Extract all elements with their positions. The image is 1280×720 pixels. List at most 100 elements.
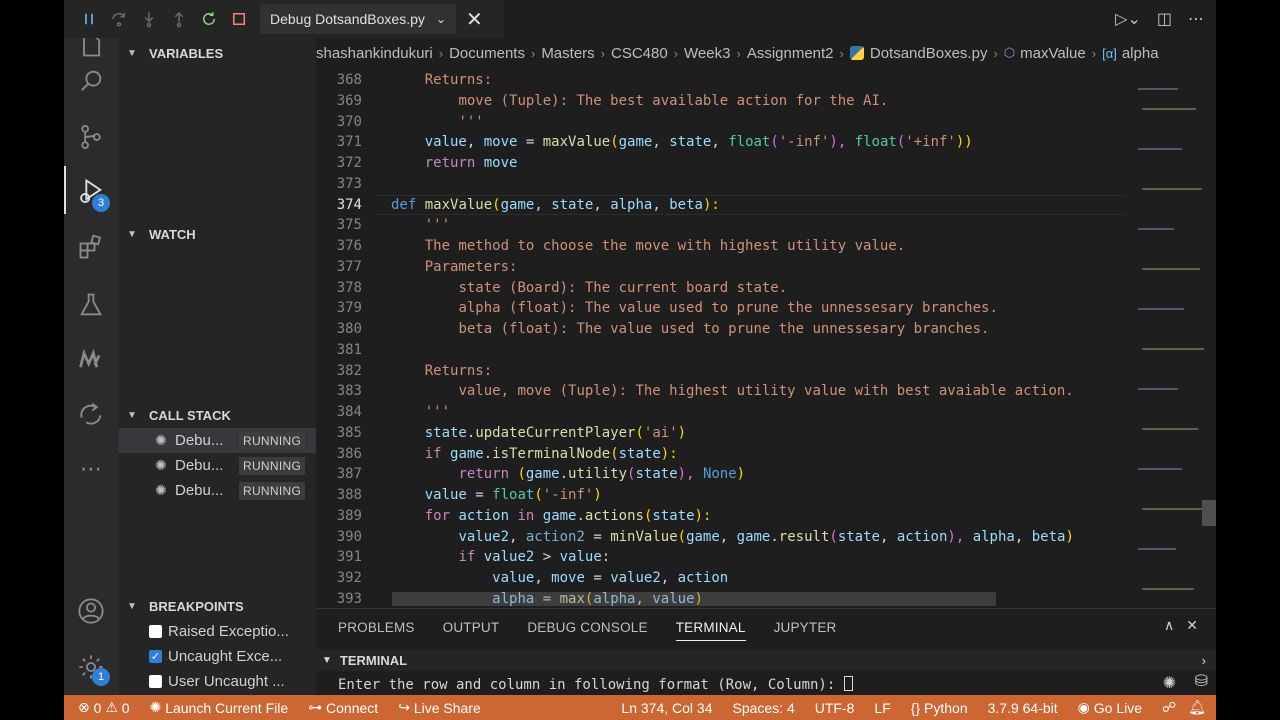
run-debug-badge: 3 — [92, 194, 110, 212]
run-python-file-icon[interactable]: ▷⌄ — [1115, 9, 1141, 29]
feedback-icon[interactable]: ☍ — [1162, 699, 1176, 716]
breakpoint-checkbox[interactable] — [149, 675, 162, 688]
tab-jupyter[interactable]: JUPYTER — [774, 609, 837, 645]
live-share-status[interactable]: ↪ Live Share — [398, 699, 481, 716]
launch-config-status[interactable]: ✺ Launch Current File — [150, 699, 289, 716]
variables-label: VARIABLES — [149, 45, 224, 61]
breadcrumb-item[interactable]: Documents — [449, 45, 525, 62]
line-number: 390 — [336, 528, 362, 545]
python-file-icon — [849, 46, 864, 60]
code-line: 387 return (game.utility(state), None) — [316, 464, 1126, 485]
breakpoint-checkbox[interactable] — [149, 625, 162, 638]
breadcrumb-item[interactable]: Assignment2 — [747, 45, 834, 62]
breakpoint-item[interactable]: ✓ Uncaught Exce... — [119, 644, 316, 669]
more-icon[interactable]: ⋯ — [76, 454, 106, 484]
notifications-icon[interactable]: 🔔︎ — [1188, 699, 1206, 716]
step-into-icon[interactable] — [134, 4, 164, 34]
chevron-right-icon: › — [438, 45, 444, 61]
encoding-status[interactable]: UTF-8 — [815, 700, 855, 716]
tab-output[interactable]: OUTPUT — [443, 609, 500, 645]
line-number: 387 — [336, 466, 362, 483]
code-line: 390 value2, action2 = minValue(game, gam… — [316, 527, 1126, 548]
stop-icon[interactable] — [224, 4, 254, 34]
call-stack-item[interactable]: ✺ Debu... RUNNING — [119, 453, 316, 478]
line-number: 372 — [336, 155, 362, 171]
breakpoints-section-header[interactable]: ▼ BREAKPOINTS — [119, 593, 316, 619]
vertical-scrollbar-thumb[interactable] — [1202, 500, 1216, 526]
chevron-down-icon: ▼ — [127, 47, 137, 59]
extensions-icon[interactable] — [76, 232, 106, 262]
breadcrumb-item[interactable]: Week3 — [684, 45, 730, 62]
live-share-icon: ↪ — [398, 699, 410, 715]
call-stack-item[interactable]: ✺ Debu... RUNNING — [119, 428, 316, 453]
line-number: 393 — [336, 590, 362, 607]
code-line: 384 ''' — [316, 402, 1126, 423]
breakpoint-checkbox[interactable]: ✓ — [149, 650, 162, 663]
debug-toolbar: Debug DotsandBoxes.py ⌄ ✕ — [64, 0, 504, 38]
language-mode[interactable]: {} Python — [911, 700, 968, 716]
breadcrumb-item[interactable]: CSC480 — [611, 45, 668, 62]
horizontal-scrollbar[interactable] — [392, 592, 996, 606]
testing-icon[interactable] — [76, 290, 106, 320]
connect-status[interactable]: ⊶ Connect — [308, 699, 378, 716]
database-icon[interactable]: ⛁ — [1195, 671, 1208, 691]
line-number: 391 — [336, 549, 362, 566]
search-icon[interactable] — [76, 66, 106, 96]
line-number: 370 — [336, 113, 362, 130]
terminal-section-header[interactable]: ▼ TERMINAL › — [316, 649, 1216, 671]
maximize-panel-icon[interactable]: ∧ — [1164, 617, 1174, 634]
braces-icon: {} — [910, 699, 921, 716]
chevron-right-icon: › — [993, 45, 998, 61]
python-interpreter[interactable]: 3.7.9 64-bit — [988, 700, 1058, 716]
bug-icon: ✺ — [155, 482, 167, 498]
step-over-icon[interactable] — [104, 4, 134, 34]
code-line: 391 if value2 > value: — [316, 547, 1126, 568]
variables-section-header[interactable]: ▼ VARIABLES — [119, 40, 316, 66]
code-editor[interactable]: shashankindukuri › Documents › Masters › CS… — [316, 38, 1216, 608]
source-control-icon[interactable] — [76, 122, 106, 152]
tab-problems[interactable]: PROBLEMS — [338, 609, 415, 645]
chevron-right-icon[interactable]: › — [1202, 653, 1206, 668]
problems-status[interactable]: ⊗ 0 ⚠ 0 — [78, 699, 130, 716]
code-line: 372 return move — [316, 153, 1126, 174]
breakpoint-item[interactable]: User Uncaught ... — [119, 669, 316, 694]
line-number: 379 — [336, 300, 362, 317]
code-line-current: 374 def maxValue(game, state, alpha, beta… — [316, 194, 1126, 216]
eol-status[interactable]: LF — [874, 700, 890, 716]
go-live-button[interactable]: ◉ Go Live — [1078, 699, 1142, 716]
debug-config-select[interactable]: Debug DotsandBoxes.py ⌄ — [260, 4, 456, 34]
chevron-right-icon: › — [673, 45, 679, 61]
indentation-status[interactable]: Spaces: 4 — [732, 700, 794, 716]
watch-section-header[interactable]: ▼ WATCH — [119, 221, 316, 247]
tab-debug-console[interactable]: DEBUG CONSOLE — [527, 609, 647, 645]
active-view-indicator — [64, 166, 66, 214]
breakpoint-label: Uncaught Exce... — [168, 648, 283, 665]
cursor-position[interactable]: Ln 374, Col 34 — [621, 700, 712, 716]
call-stack-section-header[interactable]: ▼ CALL STACK — [119, 402, 316, 428]
breadcrumb-item[interactable]: shashankindukuri — [316, 45, 433, 62]
chevron-down-icon: ⌄ — [435, 12, 446, 26]
terminal-output[interactable]: Enter the row and column in following fo… — [338, 676, 853, 693]
minimap[interactable] — [1126, 68, 1216, 608]
pause-icon[interactable] — [74, 4, 104, 34]
breadcrumb-symbol[interactable]: maxValue — [1020, 45, 1086, 62]
accounts-icon[interactable] — [76, 596, 106, 626]
close-panel-icon[interactable]: ✕ — [1186, 617, 1198, 634]
step-out-icon[interactable] — [164, 4, 194, 34]
tab-terminal[interactable]: TERMINAL — [675, 609, 746, 645]
more-actions-icon[interactable]: ⋯ — [1188, 9, 1204, 29]
breakpoint-item[interactable]: Raised Exceptio... — [119, 619, 316, 644]
code-lines: 368 Returns: 369 move (Tuple): The best … — [316, 70, 1126, 608]
split-editor-icon[interactable]: ◫ — [1157, 9, 1172, 29]
restart-icon[interactable] — [194, 4, 224, 34]
call-stack-label: CALL STACK — [149, 407, 231, 423]
call-stack-item[interactable]: ✺ Debu... RUNNING — [119, 478, 316, 503]
jupyter-icon[interactable] — [76, 344, 106, 374]
panel-tabs: PROBLEMS OUTPUT DEBUG CONSOLE TERMINAL J… — [316, 609, 1216, 645]
close-icon[interactable]: ✕ — [466, 7, 483, 32]
breadcrumb-file[interactable]: DotsandBoxes.py — [870, 45, 988, 62]
breadcrumb-item[interactable]: Masters — [541, 45, 594, 62]
debug-bug-icon[interactable]: ✺ — [1163, 673, 1176, 693]
code-line: 382 Returns: — [316, 361, 1126, 382]
live-share-icon[interactable] — [76, 398, 106, 428]
